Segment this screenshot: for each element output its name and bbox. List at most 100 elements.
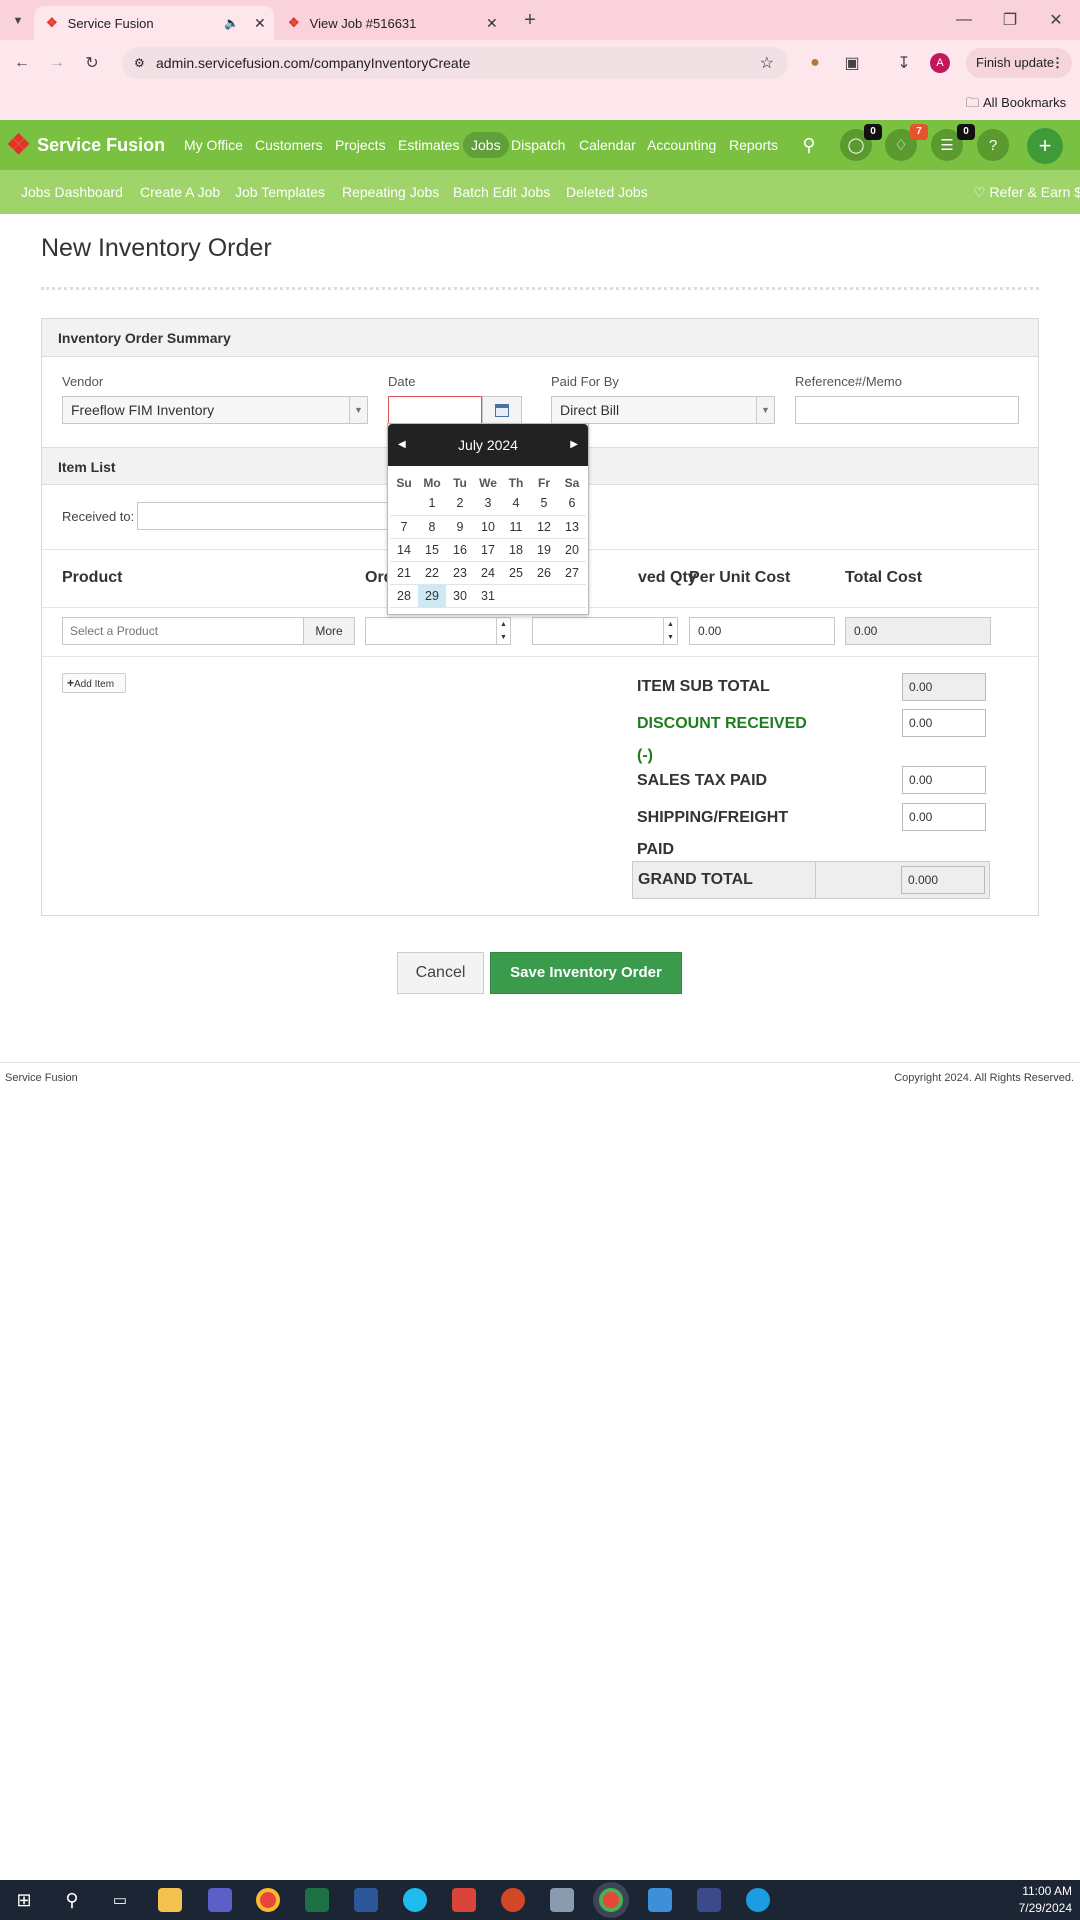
calendar-day[interactable]: 30 xyxy=(446,584,474,608)
more-button[interactable]: More xyxy=(303,617,355,645)
calendar-button[interactable] xyxy=(482,396,522,424)
tab-service-fusion[interactable]: ❖ Service Fusion 🔈 ✕ xyxy=(34,6,274,40)
download-icon[interactable]: ↧ xyxy=(892,51,916,75)
subnav-jobs-dashboard[interactable]: Jobs Dashboard xyxy=(21,170,123,214)
app-icon[interactable] xyxy=(648,1888,672,1912)
calendar-day[interactable]: 7 xyxy=(390,515,418,539)
ordered-qty-input[interactable]: ▲ ▼ xyxy=(365,617,511,645)
finish-update-button[interactable]: Finish update ⋮ xyxy=(966,48,1072,78)
calendar-day[interactable]: 18 xyxy=(502,538,530,562)
calendar-day[interactable]: 16 xyxy=(446,538,474,562)
word-icon[interactable] xyxy=(354,1888,378,1912)
app-icon[interactable] xyxy=(452,1888,476,1912)
discount-input[interactable]: 0.00 xyxy=(902,709,986,737)
calendar-day[interactable]: 31 xyxy=(474,584,502,608)
extensions-puzzle-icon[interactable]: ▣ xyxy=(840,51,864,75)
restore-icon[interactable]: ❐ xyxy=(998,8,1022,32)
calendar-day[interactable]: 27 xyxy=(558,561,586,585)
add-item-button[interactable]: +Add Item xyxy=(62,673,126,693)
calendar-day[interactable]: 9 xyxy=(446,515,474,539)
calendar-day[interactable]: 15 xyxy=(418,538,446,562)
reload-icon[interactable]: ↻ xyxy=(80,51,104,75)
chrome-icon[interactable] xyxy=(256,1888,280,1912)
reference-input[interactable] xyxy=(795,396,1019,424)
calendar-day[interactable]: 13 xyxy=(558,515,586,539)
app-icon[interactable] xyxy=(550,1888,574,1912)
all-bookmarks[interactable]: 🗀 All Bookmarks xyxy=(966,92,1066,114)
task-view-icon[interactable]: ▭ xyxy=(108,1888,132,1912)
product-select[interactable] xyxy=(62,617,304,645)
sales-tax-input[interactable]: 0.00 xyxy=(902,766,986,794)
help-icon[interactable]: ? xyxy=(977,129,1009,161)
new-tab-icon[interactable]: + xyxy=(518,8,542,32)
received-qty-input[interactable]: ▲ ▼ xyxy=(532,617,678,645)
tab-search-icon[interactable]: ▼ xyxy=(6,10,30,32)
date-input[interactable] xyxy=(388,396,482,424)
tab-close-icon[interactable]: ✕ xyxy=(486,15,498,32)
nav-reports[interactable]: Reports xyxy=(729,120,778,170)
subnav-repeating-jobs[interactable]: Repeating Jobs xyxy=(342,170,439,214)
minimize-icon[interactable]: — xyxy=(952,8,976,32)
back-icon[interactable]: ← xyxy=(10,51,34,75)
calendar-day[interactable]: 28 xyxy=(390,584,418,608)
nav-dispatch[interactable]: Dispatch xyxy=(511,120,565,170)
search-icon[interactable]: ⚲ xyxy=(797,133,821,157)
nav-accounting[interactable]: Accounting xyxy=(647,120,716,170)
calendar-day[interactable]: 23 xyxy=(446,561,474,585)
edge-icon[interactable] xyxy=(746,1888,770,1912)
calendar-day[interactable]: 14 xyxy=(390,538,418,562)
close-window-icon[interactable]: ✕ xyxy=(1044,8,1068,32)
nav-jobs[interactable]: Jobs xyxy=(463,132,509,158)
bookmark-star-icon[interactable]: ☆ xyxy=(760,53,774,73)
calendar-day[interactable]: 3 xyxy=(474,492,502,516)
nav-customers[interactable]: Customers xyxy=(255,120,323,170)
next-month-icon[interactable]: ▶ xyxy=(570,424,578,466)
search-icon[interactable]: ⚲ xyxy=(60,1888,84,1912)
tab-view-job[interactable]: ❖ View Job #516631 ✕ xyxy=(276,6,512,40)
calendar-day[interactable]: 8 xyxy=(418,515,446,539)
extension-cookie-icon[interactable]: ● xyxy=(803,51,827,75)
nav-calendar[interactable]: Calendar xyxy=(579,120,636,170)
paid-for-by-select[interactable]: Direct Bill ▼ xyxy=(551,396,775,424)
calendar-day[interactable]: 26 xyxy=(530,561,558,585)
subnav-deleted-jobs[interactable]: Deleted Jobs xyxy=(566,170,648,214)
teams-icon[interactable] xyxy=(208,1888,232,1912)
vendor-select[interactable]: Freeflow FIM Inventory ▼ xyxy=(62,396,368,424)
windows-start-icon[interactable]: ⊞ xyxy=(12,1888,36,1912)
calendar-day[interactable]: 10 xyxy=(474,515,502,539)
forward-icon[interactable]: → xyxy=(45,51,69,75)
calendar-day[interactable]: 21 xyxy=(390,561,418,585)
service-fusion-logo[interactable]: ❖ Service Fusion xyxy=(6,130,165,160)
calendar-day[interactable]: 17 xyxy=(474,538,502,562)
unit-cost-input[interactable]: 0.00 xyxy=(689,617,835,645)
nav-my-office[interactable]: My Office xyxy=(184,120,243,170)
shipping-input[interactable]: 0.00 xyxy=(902,803,986,831)
calendar-day[interactable]: 29 xyxy=(418,584,446,608)
calendar-day[interactable]: 25 xyxy=(502,561,530,585)
calendar-day[interactable]: 22 xyxy=(418,561,446,585)
save-inventory-order-button[interactable]: Save Inventory Order xyxy=(490,952,682,994)
site-info-icon[interactable]: ⚙ xyxy=(134,56,145,70)
app-icon[interactable] xyxy=(697,1888,721,1912)
received-to-select[interactable] xyxy=(137,502,397,530)
profile-avatar[interactable]: A xyxy=(930,53,950,73)
calendar-day[interactable]: 4 xyxy=(502,492,530,516)
add-icon[interactable]: + xyxy=(1027,128,1063,164)
nav-estimates[interactable]: Estimates xyxy=(398,120,459,170)
calendar-day[interactable]: 11 xyxy=(502,515,530,539)
excel-icon[interactable] xyxy=(305,1888,329,1912)
subnav-batch-edit-jobs[interactable]: Batch Edit Jobs xyxy=(453,170,550,214)
calendar-day[interactable]: 20 xyxy=(558,538,586,562)
file-explorer-icon[interactable] xyxy=(158,1888,182,1912)
calendar-day[interactable]: 24 xyxy=(474,561,502,585)
nav-projects[interactable]: Projects xyxy=(335,120,386,170)
calendar-day[interactable]: 12 xyxy=(530,515,558,539)
refer-earn-link[interactable]: ♡ Refer & Earn $ xyxy=(973,170,1080,214)
tab-close-icon[interactable]: ✕ xyxy=(254,15,266,32)
subnav-create-a-job[interactable]: Create A Job xyxy=(140,170,220,214)
address-bar[interactable]: ⚙ admin.servicefusion.com/companyInvento… xyxy=(122,47,788,79)
calendar-day[interactable]: 2 xyxy=(446,492,474,516)
calendar-day[interactable]: 19 xyxy=(530,538,558,562)
calendar-day[interactable]: 6 xyxy=(558,492,586,516)
calendar-day[interactable]: 5 xyxy=(530,492,558,516)
